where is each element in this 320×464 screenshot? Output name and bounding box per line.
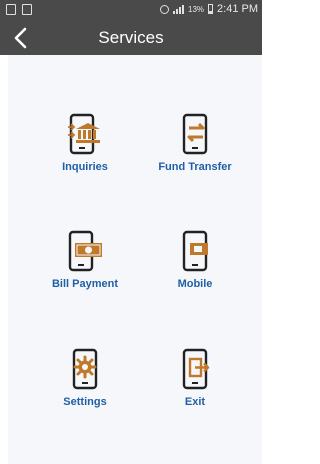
notification-icons <box>6 4 32 15</box>
service-fund-transfer[interactable]: Fund Transfer <box>140 113 250 173</box>
service-label: Fund Transfer <box>158 161 232 173</box>
service-exit[interactable]: Exit <box>140 348 250 408</box>
system-status: 13% 2:41 PM <box>160 3 258 15</box>
transfer-phone-icon <box>182 113 208 155</box>
signal-icon <box>173 4 185 14</box>
service-label: Inquiries <box>62 161 108 173</box>
clock: 2:41 PM <box>217 3 258 15</box>
service-bill-payment[interactable]: Bill Payment <box>30 230 140 290</box>
notification-icon <box>22 4 32 15</box>
service-label: Exit <box>184 396 206 408</box>
service-settings[interactable]: Settings <box>30 348 140 408</box>
service-label: Bill Payment <box>51 278 119 290</box>
gear-phone-icon <box>72 348 98 390</box>
page-title: Services <box>98 28 164 47</box>
exit-phone-icon <box>182 348 210 390</box>
service-inquiries[interactable]: Inquiries <box>30 113 140 173</box>
bank-phone-icon <box>68 113 100 155</box>
battery-percent: 13% <box>188 4 205 14</box>
battery-icon <box>208 4 214 14</box>
service-label: Mobile <box>177 278 213 290</box>
service-label: Settings <box>63 396 107 408</box>
app-bar: Services <box>0 20 262 55</box>
cash-phone-icon <box>68 230 102 272</box>
service-mobile[interactable]: Mobile <box>140 230 250 290</box>
notification-icon <box>6 4 16 15</box>
status-bar: 13% 2:41 PM <box>0 0 262 20</box>
card-phone-icon <box>182 230 208 272</box>
services-grid: Inquiries Fund Transfer Bill Payment Mob… <box>8 55 262 464</box>
alarm-icon <box>160 4 170 14</box>
